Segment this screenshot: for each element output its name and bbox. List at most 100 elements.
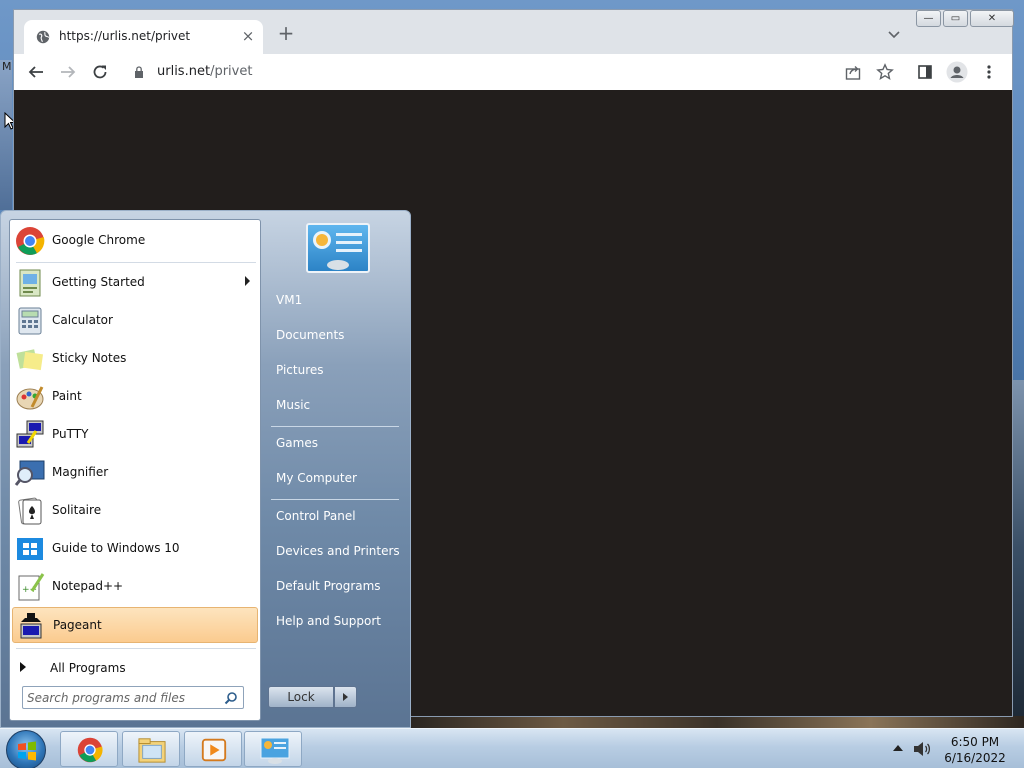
minimize-icon: —	[923, 13, 934, 24]
program-magnifier[interactable]: Magnifier	[12, 455, 258, 491]
tab-title: https://urlis.net/privet	[59, 29, 191, 43]
taskbar-media-player-button[interactable]	[184, 731, 242, 767]
link-default-programs[interactable]: Default Programs	[267, 573, 401, 601]
program-label: PuTTY	[52, 427, 89, 441]
desktop-edge-text: M	[2, 60, 12, 73]
windows-guide-icon	[17, 538, 43, 560]
link-label: My Computer	[276, 471, 357, 485]
program-sticky-notes[interactable]: Sticky Notes	[12, 341, 258, 377]
program-putty[interactable]: PuTTY	[12, 417, 258, 453]
wallpaper-strip	[410, 716, 1024, 728]
program-label: Getting Started	[52, 275, 145, 289]
program-label: Paint	[52, 389, 82, 403]
program-pageant[interactable]: Pageant	[12, 607, 258, 643]
magnifier-icon	[14, 460, 45, 486]
address-bar[interactable]: urlis.net/privet	[124, 57, 904, 87]
user-account-picture[interactable]	[306, 223, 370, 273]
programs-pane: Google Chrome Getting Started Calculator…	[9, 219, 261, 721]
link-documents[interactable]: Documents	[267, 322, 401, 350]
system-clock[interactable]: 6:50 PM 6/16/2022	[940, 734, 1010, 766]
taskbar-control-panel-button[interactable]	[244, 731, 302, 767]
window-controls: — ▭ ✕	[916, 10, 1014, 28]
windows-logo-icon	[18, 741, 36, 761]
program-paint[interactable]: Paint	[12, 379, 258, 415]
reload-icon[interactable]	[91, 63, 109, 81]
link-my-computer[interactable]: My Computer	[267, 465, 401, 493]
clock-date: 6/16/2022	[944, 751, 1006, 765]
media-player-icon	[201, 738, 227, 762]
more-menu-icon[interactable]	[980, 63, 998, 81]
url-text: urlis.net/privet	[157, 64, 252, 79]
link-label: Pictures	[276, 363, 324, 377]
close-icon: ✕	[987, 13, 997, 24]
globe-icon	[36, 30, 50, 44]
show-hidden-icons-icon[interactable]	[893, 745, 903, 751]
tab-close-icon[interactable]: ×	[239, 27, 257, 45]
separator	[271, 426, 399, 427]
program-label: Magnifier	[52, 465, 109, 479]
link-label: Help and Support	[276, 614, 381, 628]
separator	[271, 499, 399, 500]
url-path: /privet	[210, 64, 253, 79]
close-window-button[interactable]: ✕	[970, 10, 1014, 27]
link-vm1[interactable]: VM1	[267, 287, 401, 315]
search-icon[interactable]	[224, 691, 238, 705]
shutdown-options-button[interactable]	[334, 686, 357, 708]
program-label: Google Chrome	[52, 233, 146, 247]
link-devices-and-printers[interactable]: Devices and Printers	[267, 538, 401, 566]
link-label: VM1	[276, 293, 303, 307]
maximize-button[interactable]: ▭	[943, 10, 968, 27]
program-calculator[interactable]: Calculator	[12, 303, 258, 339]
chrome-icon	[16, 227, 45, 255]
start-search-box[interactable]	[22, 686, 244, 709]
minimize-button[interactable]: —	[916, 10, 941, 27]
profile-avatar-icon[interactable]	[946, 61, 968, 83]
search-input[interactable]	[27, 689, 217, 706]
sticky-notes-icon	[16, 349, 44, 371]
link-label: Default Programs	[276, 579, 381, 593]
clock-time: 6:50 PM	[950, 735, 1000, 749]
taskbar: 6:50 PM 6/16/2022	[0, 728, 1024, 768]
link-control-panel[interactable]: Control Panel	[267, 503, 401, 531]
program-notepadpp[interactable]: ++ Notepad++	[12, 569, 258, 605]
expand-arrow-icon	[20, 662, 26, 672]
lock-button[interactable]: Lock	[268, 686, 334, 708]
all-programs-button[interactable]: All Programs	[12, 656, 258, 682]
link-label: Music	[276, 398, 311, 412]
chevron-down-icon[interactable]	[886, 26, 902, 42]
browser-toolbar: urlis.net/privet	[14, 54, 1012, 90]
link-music[interactable]: Music	[267, 392, 401, 420]
explorer-icon	[138, 738, 166, 763]
back-icon[interactable]	[27, 63, 45, 81]
tab-strip: https://urlis.net/privet × + — ▭ ✕	[14, 10, 1014, 54]
notepadpp-icon: ++	[18, 573, 45, 601]
lock-icon[interactable]	[134, 66, 144, 78]
link-help-and-support[interactable]: Help and Support	[267, 608, 401, 636]
getting-started-icon	[19, 269, 41, 297]
share-icon[interactable]	[844, 63, 862, 81]
new-tab-button[interactable]: +	[276, 23, 296, 44]
calculator-icon	[18, 307, 42, 335]
program-label: Pageant	[53, 618, 102, 632]
program-google-chrome[interactable]: Google Chrome	[12, 223, 258, 259]
volume-icon[interactable]	[912, 741, 932, 757]
program-guide-to-windows-10[interactable]: Guide to Windows 10	[12, 531, 258, 567]
link-label: Devices and Printers	[276, 544, 400, 558]
program-getting-started[interactable]: Getting Started	[12, 265, 258, 301]
program-solitaire[interactable]: Solitaire	[12, 493, 258, 529]
program-label: Calculator	[52, 313, 113, 327]
program-label: Solitaire	[52, 503, 102, 517]
separator	[16, 262, 256, 263]
link-pictures[interactable]: Pictures	[267, 357, 401, 385]
forward-icon[interactable]	[59, 63, 77, 81]
side-panel-icon[interactable]	[916, 63, 934, 81]
taskbar-explorer-button[interactable]	[122, 731, 180, 767]
paint-icon	[16, 386, 44, 410]
start-button[interactable]	[6, 730, 46, 768]
link-games[interactable]: Games	[267, 430, 401, 458]
browser-tab[interactable]: https://urlis.net/privet ×	[24, 20, 263, 54]
bookmark-star-icon[interactable]	[876, 63, 894, 81]
chrome-icon	[77, 737, 103, 763]
taskbar-chrome-button[interactable]	[60, 731, 118, 767]
lock-label: Lock	[287, 690, 315, 704]
